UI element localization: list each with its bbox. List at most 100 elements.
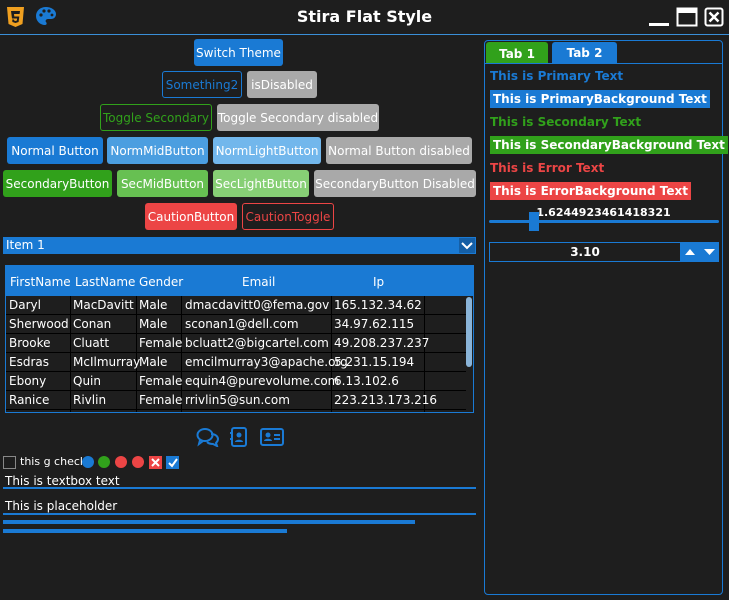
column-header-lastname[interactable]: LastName	[75, 275, 135, 289]
textbox[interactable]: This is textbox text	[5, 474, 120, 488]
sec-mid-button[interactable]: SecMidButton	[117, 170, 208, 197]
cell: equin4@purevolume.com	[185, 374, 340, 388]
cell: Cluatt	[73, 336, 110, 350]
primary-text: This is Primary Text	[490, 69, 624, 83]
cell: Daryl	[9, 298, 41, 312]
radio-secondary[interactable]	[98, 456, 110, 468]
cell: Esdras	[9, 355, 49, 369]
close-icon[interactable]	[704, 7, 724, 27]
table-row[interactable]: Esdras McIlmurray Male emcilmurray3@apac…	[6, 353, 466, 372]
textbox-underline	[3, 487, 476, 489]
column-header-ip[interactable]: Ip	[373, 275, 384, 289]
data-grid[interactable]: FirstName LastName Gender Email Ip Daryl…	[5, 265, 474, 413]
cell: Male	[139, 317, 168, 331]
cell: Brooke	[9, 336, 51, 350]
secondary-button-disabled[interactable]: SecondaryButton Disabled	[314, 170, 476, 197]
check-label: this g check	[20, 455, 87, 468]
cell: 34.97.62.115	[334, 317, 415, 331]
norm-mid-button[interactable]: NormMidButton	[107, 137, 208, 164]
cell: 5.231.15.194	[334, 355, 415, 369]
maximize-icon[interactable]	[676, 7, 698, 27]
caution-button[interactable]: CautionButton	[145, 203, 237, 230]
item-combobox[interactable]: Item 1	[3, 237, 476, 254]
table-row[interactable]: Ebony Quin Female equin4@purevolume.com …	[6, 372, 466, 391]
normal-button-disabled[interactable]: Normal Button disabled	[326, 137, 472, 164]
table-row[interactable]: Brooke Cluatt Female bcluatt2@bigcartel.…	[6, 334, 466, 353]
switch-theme-button[interactable]: Switch Theme	[194, 39, 283, 66]
secondary-text: This is Secondary Text	[490, 115, 642, 129]
error-text: This is Error Text	[490, 161, 605, 175]
cell: Conan	[73, 317, 112, 331]
checkbox[interactable]	[3, 456, 16, 469]
toggle-secondary-button[interactable]: Toggle Secondary	[100, 104, 212, 131]
cell: Female	[139, 393, 183, 407]
id-card-icon[interactable]	[260, 427, 284, 447]
progress-fill-1	[3, 520, 415, 524]
chat-icon[interactable]	[196, 427, 220, 448]
cell: Male	[139, 355, 168, 369]
toggle-secondary-disabled-button[interactable]: Toggle Secondary disabled	[217, 104, 379, 131]
secondary-background-text: This is SecondaryBackground Text	[490, 136, 728, 154]
is-disabled-button[interactable]: isDisabled	[247, 71, 317, 98]
cell: Ebony	[9, 374, 47, 388]
table-row[interactable]: Daryl MacDavitt Male dmacdavitt0@fema.go…	[6, 296, 466, 315]
cell: emcilmurray3@apache.org	[185, 355, 348, 369]
something2-toggle[interactable]: Something2	[162, 71, 242, 98]
table-row[interactable]: Ranice Rivlin Female rrivlin5@sun.com 22…	[6, 391, 466, 410]
column-header-firstname[interactable]: FirstName	[10, 275, 71, 289]
tab-divider	[485, 63, 722, 64]
minimize-icon[interactable]	[648, 7, 670, 27]
tab-2[interactable]: Tab 2	[552, 42, 617, 63]
slider-thumb[interactable]	[528, 212, 539, 231]
placeholder-textbox[interactable]: This is placeholder	[5, 499, 117, 513]
slider-track[interactable]	[489, 220, 719, 223]
column-header-gender[interactable]: Gender	[139, 275, 183, 289]
cell: Sherwood	[9, 317, 69, 331]
slider-value: 1.6244923461418321	[536, 206, 671, 219]
cell: sconan1@dell.com	[185, 317, 299, 331]
cell: dmacdavitt0@fema.gov	[185, 298, 330, 312]
cell: 6.13.102.6	[334, 374, 399, 388]
contact-book-icon[interactable]	[229, 427, 251, 447]
cell: rrivlin5@sun.com	[185, 393, 290, 407]
cell: MacDavitt	[73, 298, 134, 312]
cell: Female	[139, 374, 183, 388]
table-row[interactable]: Sherwood Conan Male sconan1@dell.com 34.…	[6, 315, 466, 334]
grid-scrollbar[interactable]	[466, 297, 472, 367]
radio-primary[interactable]	[82, 456, 94, 468]
radio-error[interactable]	[115, 456, 127, 468]
cell: Male	[139, 298, 168, 312]
tab-1[interactable]: Tab 1	[486, 42, 548, 63]
checkbox-checked[interactable]	[166, 456, 179, 469]
numeric-value[interactable]: 3.10	[490, 245, 680, 259]
cell: bcluatt2@bigcartel.com	[185, 336, 329, 350]
cell: 49.208.237.237	[334, 336, 430, 350]
checkbox-error-x[interactable]	[149, 456, 162, 469]
cell: Ranice	[9, 393, 50, 407]
error-background-text: This is ErrorBackground Text	[490, 182, 691, 200]
cell: McIlmurray	[73, 355, 141, 369]
cell: Rivlin	[73, 393, 107, 407]
sec-light-button[interactable]: SecLightButton	[213, 170, 309, 197]
arrow-up-icon[interactable]	[680, 242, 700, 262]
placeholder-underline	[3, 513, 476, 515]
secondary-button[interactable]: SecondaryButton	[3, 170, 112, 197]
column-header-email[interactable]: Email	[242, 275, 275, 289]
title-divider	[0, 34, 729, 35]
cell: Female	[139, 336, 183, 350]
arrow-down-icon[interactable]	[700, 242, 719, 262]
radio-error-alt[interactable]	[132, 456, 144, 468]
cell: Quin	[73, 374, 101, 388]
numeric-updown[interactable]: 3.10	[489, 242, 719, 262]
combobox-selected: Item 1	[6, 238, 45, 252]
caution-toggle[interactable]: CautionToggle	[242, 203, 334, 230]
chevron-down-icon[interactable]	[459, 238, 475, 253]
cell: 165.132.34.62	[334, 298, 422, 312]
progress-fill-2	[3, 529, 287, 533]
norm-light-button[interactable]: NormLightButton	[213, 137, 321, 164]
progress-bar-2	[3, 529, 476, 533]
grid-header: FirstName LastName Gender Email Ip	[6, 266, 473, 296]
tab-panel: Tab 1 Tab 2 This is Primary Text This is…	[484, 40, 728, 595]
normal-button[interactable]: Normal Button	[7, 137, 103, 164]
primary-background-text: This is PrimaryBackground Text	[490, 90, 710, 108]
